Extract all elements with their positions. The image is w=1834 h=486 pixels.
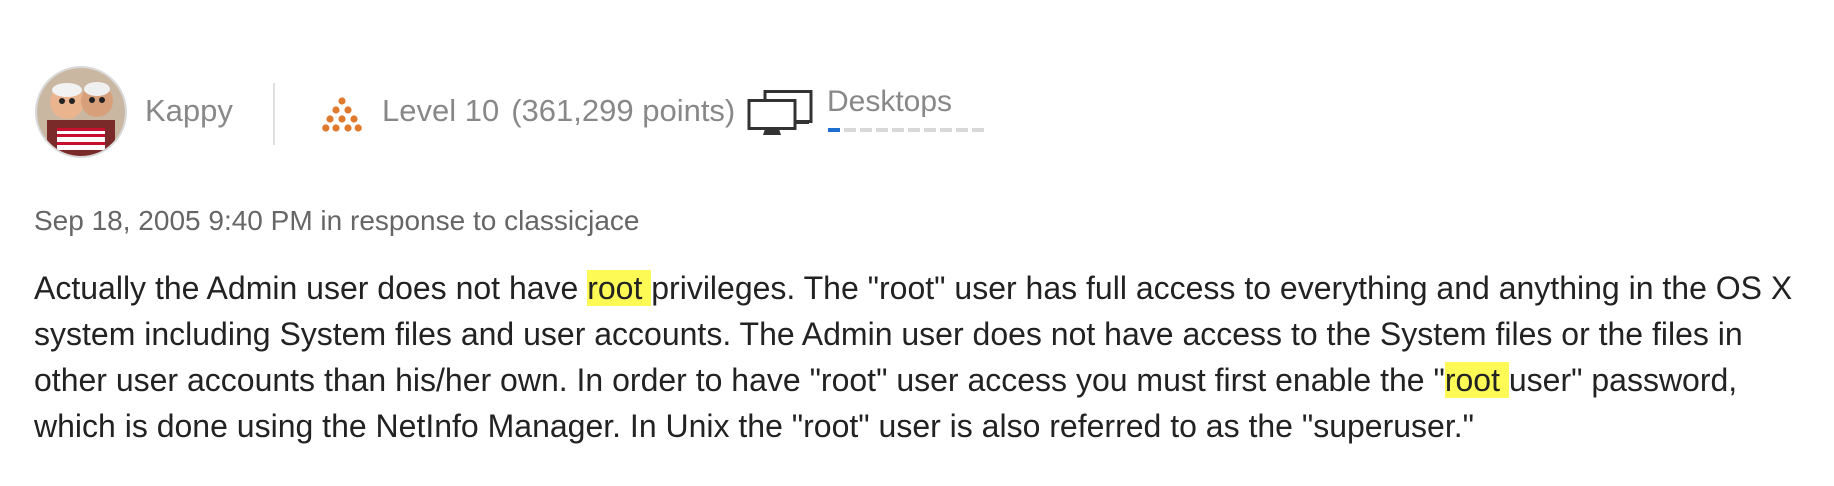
progress-segment [940, 128, 952, 132]
community-progress-bar [828, 128, 988, 132]
avatar[interactable] [37, 68, 125, 156]
post-author-header: Kappy Level 10 (361,299 points) Desktops [37, 68, 1037, 158]
progress-segment [924, 128, 936, 132]
author-name[interactable]: Kappy [145, 93, 233, 129]
level-label: Level 10 [382, 93, 500, 128]
level-points: (361,299 points) [511, 93, 736, 128]
progress-segment [860, 128, 872, 132]
progress-segment [972, 128, 984, 132]
progress-segment [844, 128, 856, 132]
post-body: Actually the Admin user does not have ro… [34, 265, 1824, 449]
user-level: Level 10 (361,299 points) [382, 93, 735, 129]
search-highlight: root [1444, 362, 1509, 398]
progress-segment [908, 128, 920, 132]
community-link[interactable]: Desktops [827, 85, 952, 119]
search-highlight: root [587, 270, 652, 306]
progress-segment [828, 128, 840, 132]
level-pyramid-icon [322, 97, 362, 132]
desktop-monitors-icon [747, 90, 813, 135]
post-text: Actually the Admin user does not have [34, 270, 588, 306]
post-meta: Sep 18, 2005 9:40 PM in response to clas… [34, 205, 640, 236]
progress-segment [892, 128, 904, 132]
progress-segment [956, 128, 968, 132]
header-divider [273, 83, 275, 145]
progress-segment [876, 128, 888, 132]
